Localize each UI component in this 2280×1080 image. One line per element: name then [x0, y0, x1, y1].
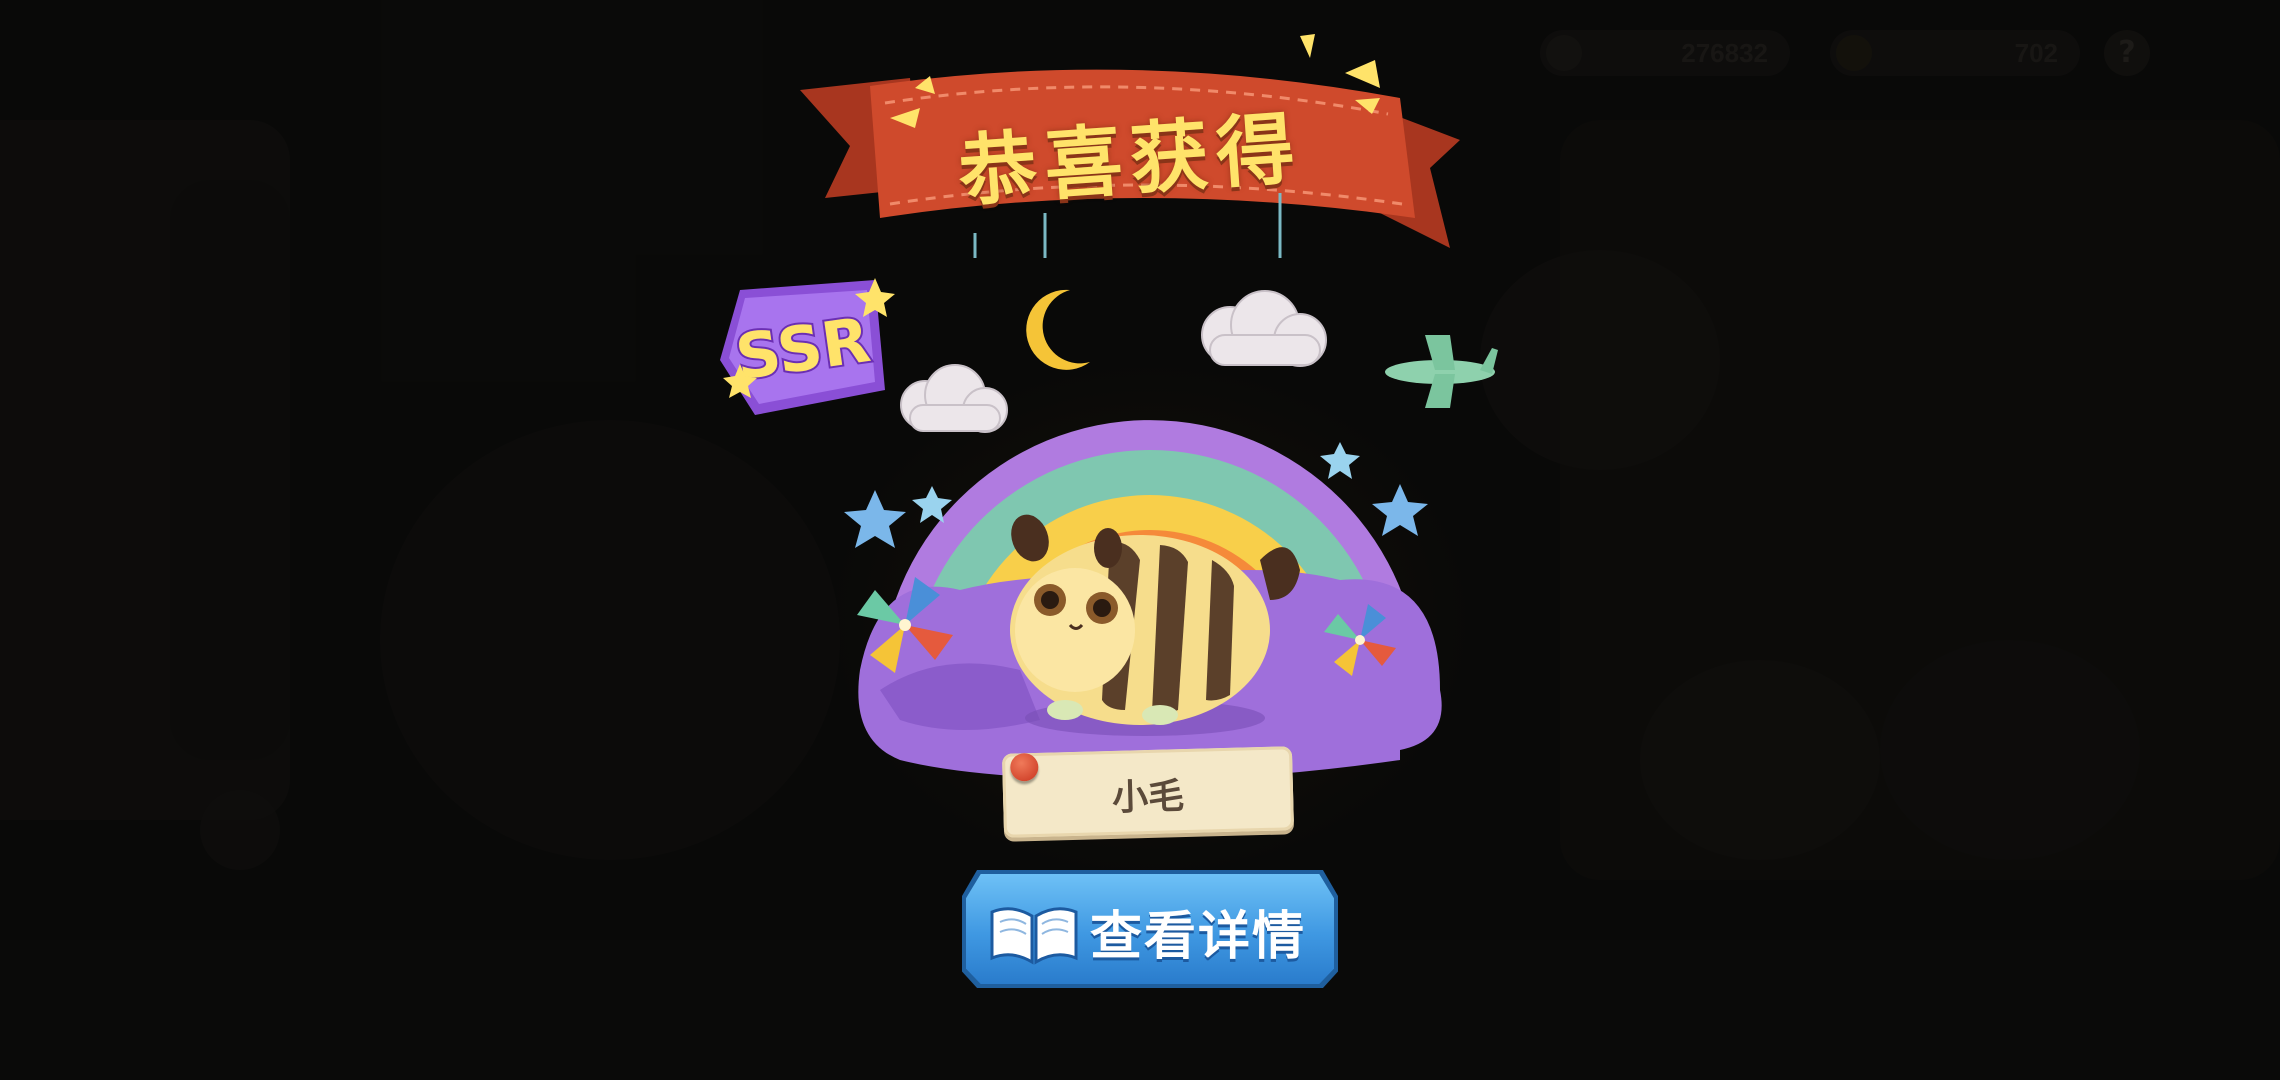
reward-illustration [844, 289, 1442, 780]
view-details-button[interactable]: 查看详情 [962, 870, 1338, 988]
view-details-label: 查看详情 [1090, 907, 1307, 967]
book-icon [990, 907, 1078, 965]
character-name: 小毛 [1111, 776, 1185, 819]
airplane-icon [1385, 335, 1498, 408]
character-nameplate: 小毛 [1001, 746, 1295, 838]
